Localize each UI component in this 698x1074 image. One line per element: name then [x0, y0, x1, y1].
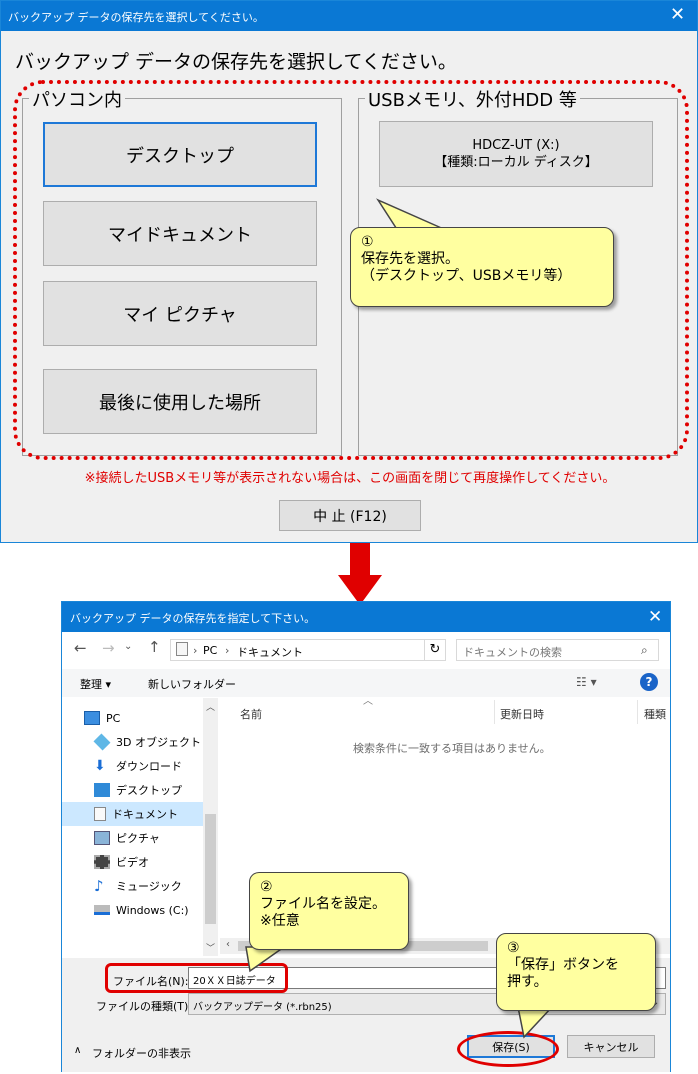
column-divider — [637, 700, 638, 724]
recent-dropdown-icon[interactable]: ⌄ — [124, 641, 132, 652]
tree-label: PC — [106, 711, 121, 725]
dialog2-titlebar: バックアップ データの保存先を指定して下さい。 ✕ — [62, 602, 670, 632]
organize-menu[interactable]: 整理 ▾ — [80, 676, 111, 692]
tree-label: ビデオ — [116, 856, 149, 869]
monitor-icon — [84, 711, 100, 725]
tree-item-documents[interactable]: ドキュメント — [62, 802, 204, 826]
new-folder-button[interactable]: 新しいフォルダー — [148, 676, 236, 692]
breadcrumb-separator-icon: › — [225, 644, 230, 657]
column-divider — [494, 700, 495, 724]
dialog2-title: バックアップ データの保存先を指定して下さい。 — [70, 612, 316, 625]
cancel-button[interactable]: キャンセル — [567, 1035, 655, 1058]
scroll-down-icon[interactable]: ﹀ — [206, 941, 215, 954]
callout2-number: ② — [260, 879, 273, 895]
tree-label: デスクトップ — [116, 784, 182, 797]
callout-step1: ① 保存先を選択。 （デスクトップ、USBメモリ等） — [350, 227, 614, 307]
column-date[interactable]: 更新日時 — [500, 706, 544, 722]
tree-label: 3D オブジェクト — [116, 736, 201, 749]
drive-icon — [94, 905, 110, 915]
picture-icon — [94, 831, 110, 845]
scrollbar-thumb[interactable] — [205, 814, 216, 924]
tree-item-pictures[interactable]: ピクチャ — [62, 826, 202, 850]
breadcrumb-documents[interactable]: ドキュメント — [237, 644, 303, 660]
filetype-value: バックアップデータ (*.rbn25) — [193, 1002, 332, 1013]
breadcrumb-pc[interactable]: PC — [203, 644, 217, 657]
column-type[interactable]: 種類 — [644, 706, 666, 722]
empty-message: 検索条件に一致する項目はありません。 — [353, 742, 551, 755]
chevron-up-icon[interactable]: ∧ — [74, 1045, 81, 1056]
view-options-icon[interactable]: ☷ ▾ — [576, 675, 597, 689]
film-icon — [94, 855, 110, 869]
filename-highlight — [105, 963, 288, 993]
callout3-number: ③ — [507, 940, 520, 956]
callout-step2: ② ファイル名を設定。 ※任意 — [249, 872, 409, 950]
tree-item-windows-c[interactable]: Windows (C:) — [62, 898, 202, 922]
sort-indicator-icon: ︿ — [363, 696, 373, 707]
tree-item-pc[interactable]: PC — [62, 706, 202, 730]
filetype-label: ファイルの種類(T): — [96, 1000, 193, 1013]
music-note-icon: ♪ — [94, 877, 104, 895]
download-icon: ⬇ — [94, 758, 106, 774]
scroll-up-icon[interactable]: ︿ — [206, 700, 215, 713]
refresh-icon[interactable]: ↻ — [424, 639, 446, 661]
column-name[interactable]: 名前 — [240, 706, 262, 722]
search-input[interactable]: ドキュメントの検索 ⌕ — [456, 639, 659, 661]
down-arrow-icon — [338, 543, 382, 605]
desktop-icon — [94, 783, 110, 797]
callout3-line2: 押す。 — [507, 973, 548, 990]
cancel-button[interactable]: 中 止 (F12) — [279, 500, 421, 531]
up-arrow-icon[interactable]: ↑ — [148, 638, 161, 656]
callout3-line1: 「保存」ボタンを — [507, 956, 619, 973]
close-icon[interactable]: ✕ — [648, 607, 662, 627]
tree-label: ミュージック — [116, 880, 182, 893]
tree-label: Windows (C:) — [116, 903, 189, 917]
callout1-number: ① — [361, 234, 374, 250]
tree-label: ピクチャ — [116, 832, 160, 845]
breadcrumb-separator-icon: › — [193, 644, 198, 657]
dialog1-title: バックアップ データの保存先を選択してください。 — [8, 11, 264, 24]
address-bar[interactable]: › PC › ドキュメント ⌄ — [170, 639, 446, 661]
navigation-scrollbar[interactable]: ︿ ﹀ — [203, 698, 218, 956]
usb-warning-text: ※接続したUSBメモリ等が表示されない場合は、この画面を閉じて再度操作してくださ… — [84, 471, 616, 486]
callout1-line2: （デスクトップ、USBメモリ等） — [361, 267, 572, 284]
document-icon — [94, 807, 106, 821]
cube-icon — [93, 733, 111, 751]
hide-folders-toggle[interactable]: フォルダーの非表示 — [92, 1045, 191, 1061]
callout2-line2: ※任意 — [260, 912, 300, 929]
document-icon — [176, 642, 188, 656]
callout2-line1: ファイル名を設定。 — [260, 895, 386, 912]
search-icon: ⌕ — [641, 643, 648, 657]
back-arrow-icon[interactable]: ← — [74, 639, 87, 657]
dialog1-titlebar: バックアップ データの保存先を選択してください。 ✕ — [1, 1, 697, 31]
scroll-left-icon[interactable]: ‹ — [226, 939, 230, 950]
tree-item-music[interactable]: ♪ ミュージック — [62, 874, 202, 898]
callout-step3: ③ 「保存」ボタンを 押す。 — [496, 933, 656, 1011]
tree-item-videos[interactable]: ビデオ — [62, 850, 202, 874]
tree-item-desktop[interactable]: デスクトップ — [62, 778, 202, 802]
callout1-line1: 保存先を選択。 — [361, 250, 459, 267]
save-highlight-ellipse — [457, 1031, 559, 1067]
close-icon[interactable]: ✕ — [670, 6, 685, 24]
forward-arrow-icon[interactable]: → — [102, 639, 115, 657]
help-icon[interactable]: ? — [640, 673, 658, 691]
tree-item-downloads[interactable]: ⬇ ダウンロード — [62, 754, 202, 778]
tree-label: ダウンロード — [116, 760, 182, 773]
page-title: バックアップ データの保存先を選択してください。 — [15, 51, 457, 73]
search-placeholder: ドキュメントの検索 — [463, 646, 562, 659]
tree-item-3d-objects[interactable]: 3D オブジェクト — [62, 730, 202, 754]
tree-label: ドキュメント — [112, 808, 178, 821]
navigation-pane: PC 3D オブジェクト ⬇ ダウンロード デスクトップ ドキュメント ピクチャ… — [62, 698, 218, 956]
